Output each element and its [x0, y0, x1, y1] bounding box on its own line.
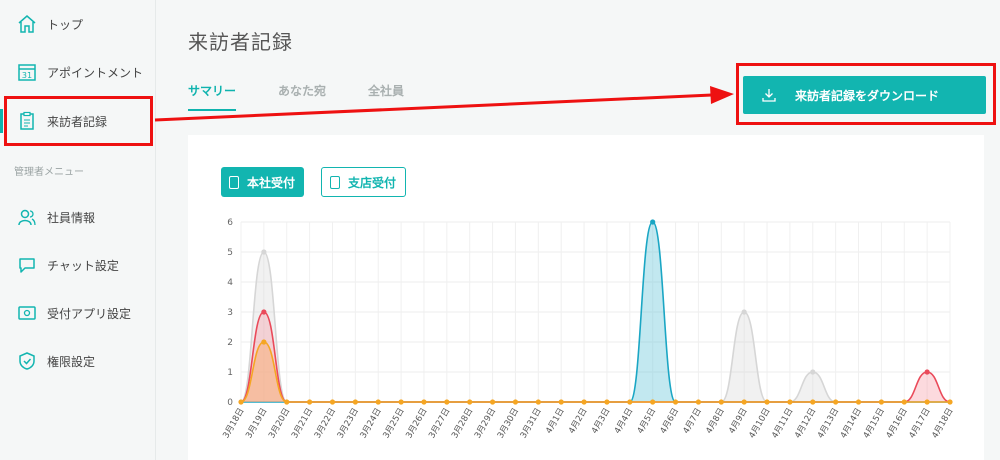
x-tick-label: 3月29日	[473, 407, 498, 441]
x-tick-label: 4月16日	[885, 407, 910, 441]
data-point	[855, 399, 862, 405]
data-point	[764, 399, 770, 405]
data-point	[947, 399, 953, 405]
data-point	[672, 399, 679, 405]
series-line	[240, 251, 950, 403]
x-tick-label: 4月17日	[907, 407, 932, 441]
x-tick-label: 3月31日	[519, 407, 544, 441]
x-tick-label: 3月21日	[290, 407, 315, 441]
y-tick-label: 0	[227, 398, 233, 408]
y-tick-label: 1	[227, 368, 233, 378]
data-point	[467, 399, 473, 405]
series-area	[241, 312, 950, 402]
x-tick-label: 3月18日	[221, 407, 246, 441]
data-point	[741, 399, 747, 405]
data-point	[489, 399, 496, 405]
data-point	[901, 399, 907, 405]
y-tick-label: 3	[227, 308, 233, 318]
data-point	[878, 399, 884, 405]
x-tick-label: 4月2日	[567, 407, 590, 436]
data-point	[924, 399, 930, 405]
data-point	[627, 399, 633, 405]
data-point	[558, 399, 564, 405]
data-point	[352, 399, 358, 405]
x-tick-label: 3月22日	[313, 407, 338, 441]
x-tick-label: 3月24日	[359, 407, 384, 441]
x-tick-label: 4月5日	[636, 407, 659, 436]
data-point	[512, 399, 519, 405]
x-tick-label: 3月26日	[404, 407, 429, 441]
data-point	[718, 399, 724, 405]
data-point	[238, 399, 244, 405]
y-tick-label: 5	[227, 248, 233, 258]
data-point	[810, 369, 816, 375]
x-tick-label: 3月27日	[427, 407, 452, 441]
data-point	[329, 399, 336, 405]
x-tick-label: 3月25日	[381, 407, 406, 441]
x-tick-label: 4月11日	[770, 407, 795, 441]
data-point	[650, 399, 656, 405]
x-tick-label: 4月6日	[659, 407, 682, 436]
x-tick-label: 3月30日	[496, 407, 521, 441]
data-point	[421, 399, 427, 405]
data-point	[307, 399, 313, 405]
data-point	[261, 339, 267, 345]
data-point	[924, 369, 930, 375]
data-point	[261, 249, 267, 255]
x-tick-label: 4月8日	[704, 407, 727, 436]
x-tick-label: 4月15日	[862, 407, 887, 441]
data-point	[398, 399, 404, 405]
series-area	[241, 252, 950, 402]
data-point	[741, 309, 747, 315]
data-point	[444, 399, 450, 405]
x-tick-label: 4月4日	[613, 407, 636, 436]
data-point	[695, 399, 702, 405]
y-tick-label: 4	[227, 278, 233, 288]
x-tick-label: 3月19日	[244, 407, 269, 441]
data-point	[375, 399, 381, 405]
x-tick-label: 4月7日	[681, 407, 704, 436]
data-point	[284, 399, 290, 405]
x-tick-label: 4月10日	[747, 407, 772, 441]
x-tick-label: 3月28日	[450, 407, 475, 441]
data-point	[650, 219, 656, 225]
data-point	[581, 399, 587, 405]
series-line	[240, 311, 951, 403]
x-tick-label: 3月23日	[336, 407, 361, 441]
x-tick-label: 4月9日	[727, 407, 750, 436]
x-tick-label: 4月13日	[816, 407, 841, 441]
x-tick-label: 4月12日	[793, 407, 818, 441]
annotation-highlight-download-button	[736, 63, 996, 125]
x-tick-label: 4月1日	[544, 407, 567, 436]
y-tick-label: 6	[227, 218, 233, 228]
x-tick-label: 4月14日	[839, 407, 864, 441]
data-point	[787, 399, 793, 405]
data-point	[604, 399, 610, 405]
x-tick-label: 4月18日	[930, 407, 955, 441]
x-tick-label: 3月20日	[267, 407, 292, 441]
data-point	[810, 399, 816, 405]
data-point	[261, 309, 267, 315]
data-point	[535, 399, 541, 405]
x-tick-label: 4月3日	[590, 407, 613, 436]
y-tick-label: 2	[227, 338, 233, 348]
annotation-highlight-visitor-log	[4, 96, 153, 146]
data-point	[833, 399, 839, 405]
